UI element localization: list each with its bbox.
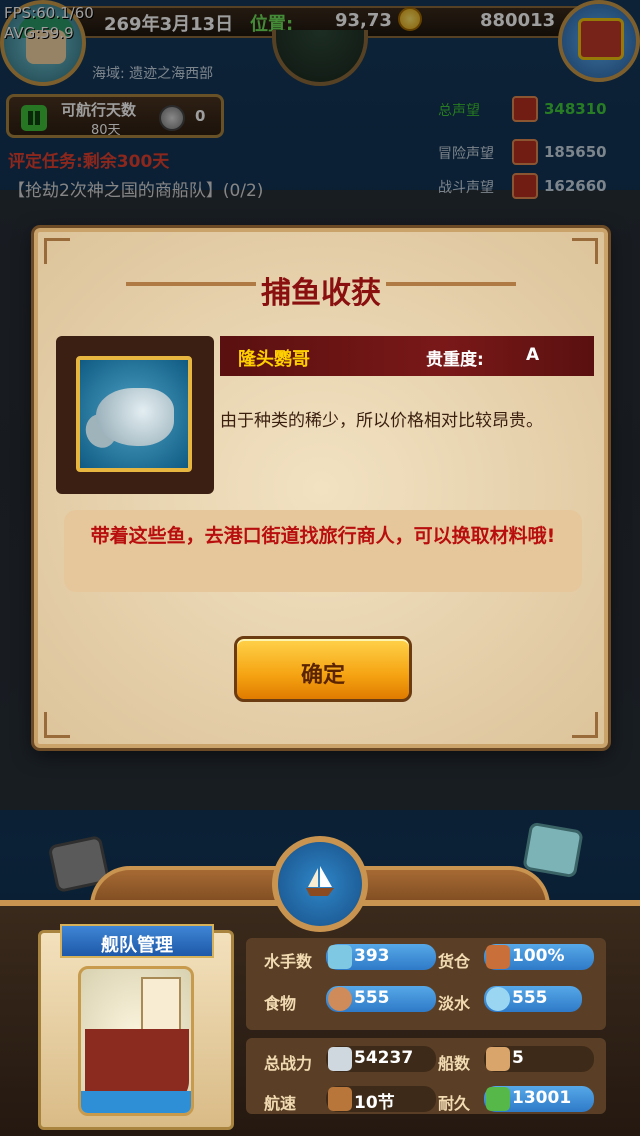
flagship-image[interactable] [78, 966, 194, 1116]
fish-description: 由于种类的稀少，所以价格相对比较昂贵。 [220, 411, 543, 431]
durability-icon [486, 1087, 510, 1111]
confirm-label: 确定 [300, 663, 345, 688]
stat-value-ships: 5 [512, 1048, 524, 1068]
tip-text: 带着这些鱼，去港口街道找旅行商人，可以换取材料哦! [90, 525, 556, 547]
stat-value-durability: 13001 [512, 1088, 572, 1108]
power-icon [328, 1047, 352, 1071]
fleet-stats: 水手数 393 货仓 100% 食物 555 淡水 555 总战力 54237 … [246, 938, 606, 1114]
meat-icon [328, 987, 352, 1011]
stat-label-durability: 耐久 [438, 1094, 471, 1113]
corner-ornament [572, 238, 598, 264]
stat-value-power: 54237 [354, 1048, 414, 1068]
stat-label-ships: 船数 [438, 1054, 471, 1073]
stat-label-food: 食物 [264, 994, 297, 1013]
corner-ornament [572, 712, 598, 738]
fish-name-bar: 隆头鹦哥 贵重度: A [220, 336, 594, 376]
stat-value-water: 555 [512, 988, 548, 1008]
corner-ornament [44, 712, 70, 738]
ship-icon [306, 866, 334, 896]
stat-label-power: 总战力 [264, 1054, 313, 1073]
stat-label-sailors: 水手数 [264, 952, 313, 971]
water-icon [486, 987, 510, 1011]
fish-body [96, 388, 174, 446]
stat-label-water: 淡水 [438, 994, 471, 1013]
ship-sail [141, 977, 181, 1033]
corner-ornament [44, 238, 70, 264]
confirm-button[interactable]: 确定 [234, 636, 412, 702]
ship-count-icon [486, 1047, 510, 1071]
fleet-management-tab[interactable]: 舰队管理 [60, 924, 214, 958]
stat-value-cargo: 100% [512, 946, 565, 966]
stat-label-cargo: 货仓 [438, 952, 471, 971]
fleet-title: 舰队管理 [101, 935, 173, 956]
speed-icon [328, 1087, 352, 1111]
robot-mascot-right-icon [522, 821, 584, 879]
rarity-label: 贵重度: [426, 350, 484, 370]
fish-icon [76, 356, 192, 472]
cargo-icon [486, 945, 510, 969]
sail-button[interactable] [272, 836, 368, 932]
fish-name: 隆头鹦哥 [238, 349, 310, 370]
stat-label-speed: 航速 [264, 1094, 297, 1113]
fishing-reward-dialog: 捕鱼收获 隆头鹦哥 贵重度: A 由于种类的稀少，所以价格相对比较昂贵。 带着这… [34, 228, 608, 748]
dialog-title: 捕鱼收获 [261, 276, 381, 311]
ship-water [81, 1091, 191, 1113]
stat-value-sailors: 393 [354, 946, 390, 966]
tip-box: 带着这些鱼，去港口街道找旅行商人，可以换取材料哦! [64, 510, 582, 592]
stat-value-speed: 10节 [354, 1093, 395, 1113]
stat-value-food: 555 [354, 988, 390, 1008]
fish-portrait-frame [56, 336, 214, 494]
sailor-icon [328, 945, 352, 969]
rarity-value: A [526, 345, 540, 365]
